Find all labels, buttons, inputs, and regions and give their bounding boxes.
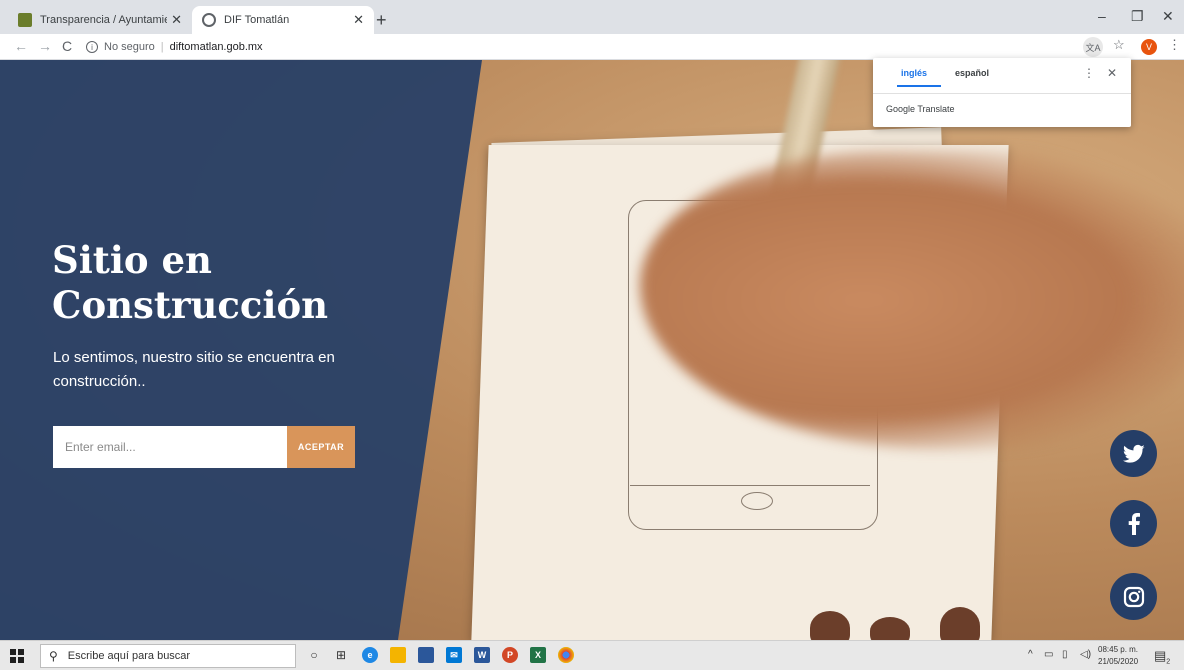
- page-subtitle: Lo sentimos, nuestro sitio se encuentra …: [53, 349, 335, 390]
- reload-button[interactable]: C: [62, 38, 72, 54]
- facebook-icon: [1128, 512, 1140, 535]
- minimize-button[interactable]: –: [1098, 8, 1106, 24]
- file-explorer-icon[interactable]: [390, 647, 406, 663]
- tab-espanol[interactable]: español: [955, 68, 989, 78]
- clock-date: 21/05/2020: [1098, 657, 1139, 666]
- email-field[interactable]: [53, 426, 287, 468]
- security-label: No seguro: [104, 41, 155, 53]
- search-placeholder: Escribe aquí para buscar: [67, 650, 191, 662]
- options-kebab-icon[interactable]: ⋮: [1083, 66, 1095, 80]
- word-icon[interactable]: W: [474, 647, 490, 663]
- phone-sketch-line: [630, 485, 870, 486]
- twitter-icon: [1122, 444, 1145, 463]
- translate-brand: Google Translate: [886, 104, 955, 114]
- info-icon[interactable]: i: [86, 41, 98, 53]
- tab-title: DIF Tomatlán: [224, 14, 290, 26]
- clock-time: 08:45 p. m.: [1098, 645, 1139, 654]
- store-icon[interactable]: [418, 647, 434, 663]
- instagram-button[interactable]: [1110, 573, 1157, 620]
- back-button[interactable]: ←: [14, 38, 28, 54]
- search-icon: ⚲: [49, 649, 58, 663]
- notifications-icon[interactable]: ▤2: [1154, 648, 1170, 666]
- divider: [873, 93, 1131, 94]
- excel-icon[interactable]: X: [530, 647, 546, 663]
- fingers: [810, 605, 1030, 640]
- close-window-button[interactable]: ✕: [1162, 8, 1174, 25]
- cortana-icon[interactable]: ○: [306, 647, 322, 663]
- translate-icon[interactable]: 文A: [1083, 37, 1103, 57]
- browser-toolbar: ← → C i No seguro | diftomatlan.gob.mx 文…: [0, 34, 1184, 60]
- network-icon[interactable]: ▯: [1062, 649, 1068, 660]
- tab-close-icon[interactable]: ✕: [353, 12, 364, 28]
- tab-title: Transparencia / Ayuntamiento de: [40, 14, 167, 26]
- powerpoint-icon[interactable]: P: [502, 647, 518, 663]
- title-line-2: Construcción: [52, 283, 329, 327]
- url-text: diftomatlan.gob.mx: [169, 41, 263, 53]
- tab-ingles[interactable]: inglés: [901, 68, 927, 78]
- tab-close-icon[interactable]: ✕: [171, 12, 182, 28]
- page-title: Sitio en Construcción: [52, 238, 412, 328]
- phone-sketch-button: [741, 492, 773, 510]
- title-line-1: Sitio en: [52, 238, 212, 282]
- taskbar-search[interactable]: ⚲ Escribe aquí para buscar: [40, 644, 296, 668]
- translate-popup: inglés español ⋮ ✕ Google Translate: [873, 58, 1131, 127]
- tab-dif-tomatlan[interactable]: DIF Tomatlán ✕: [192, 6, 374, 34]
- facebook-button[interactable]: [1110, 500, 1157, 547]
- mail-icon[interactable]: ✉: [446, 647, 462, 663]
- close-icon[interactable]: ✕: [1107, 66, 1117, 80]
- tab-transparencia[interactable]: Transparencia / Ayuntamiento de ✕: [8, 6, 192, 34]
- page-content: Sitio en Construcción Lo sentimos, nuest…: [0, 60, 1184, 640]
- new-tab-button[interactable]: +: [376, 10, 387, 31]
- address-bar[interactable]: i No seguro | diftomatlan.gob.mx: [86, 37, 263, 57]
- chrome-icon[interactable]: [558, 647, 574, 663]
- restore-button[interactable]: ❐: [1131, 8, 1144, 25]
- bookmark-star-icon[interactable]: ☆: [1113, 37, 1125, 53]
- instagram-icon: [1123, 586, 1144, 607]
- site-favicon-icon: [18, 13, 32, 27]
- battery-icon[interactable]: ▭: [1044, 649, 1053, 660]
- taskbar: ⚲ Escribe aquí para buscar ○ ⊞ e ✉ W P X…: [0, 640, 1184, 670]
- twitter-button[interactable]: [1110, 430, 1157, 477]
- notification-count: 2: [1166, 658, 1171, 666]
- clock[interactable]: 08:45 p. m. 21/05/2020: [1098, 644, 1138, 668]
- subscribe-form: ACEPTAR: [53, 426, 355, 468]
- tab-bar: Transparencia / Ayuntamiento de ✕ DIF To…: [0, 0, 1184, 34]
- accept-button[interactable]: ACEPTAR: [287, 426, 355, 468]
- active-tab-underline: [897, 85, 941, 87]
- edge-icon[interactable]: e: [362, 647, 378, 663]
- volume-icon[interactable]: ◁): [1080, 649, 1091, 660]
- menu-kebab-icon[interactable]: ⋮: [1168, 37, 1181, 53]
- divider: |: [160, 41, 164, 53]
- task-view-icon[interactable]: ⊞: [333, 647, 349, 663]
- profile-avatar[interactable]: V: [1141, 39, 1157, 55]
- windows-start-icon[interactable]: [10, 649, 24, 663]
- tray-overflow-icon[interactable]: ^: [1028, 649, 1033, 660]
- forward-button[interactable]: →: [38, 38, 52, 54]
- globe-icon: [202, 13, 216, 27]
